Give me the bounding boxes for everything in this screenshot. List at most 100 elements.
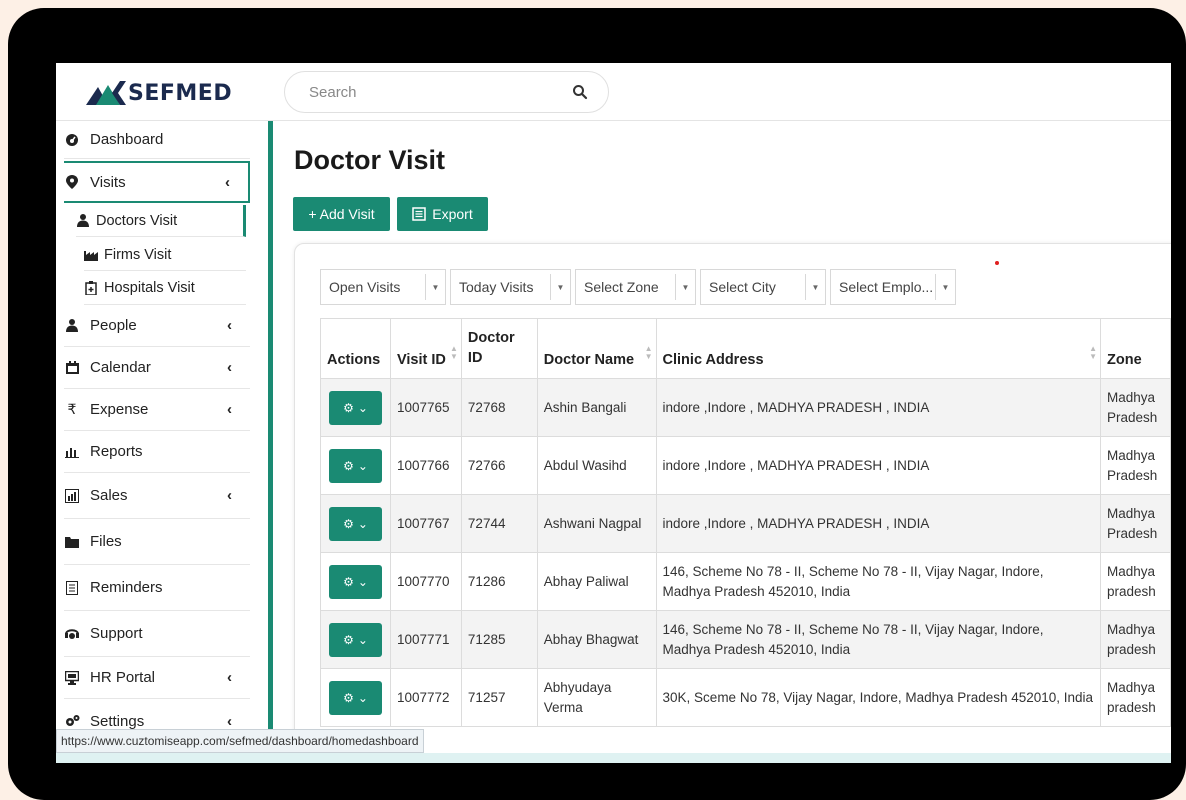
list-icon [64, 580, 80, 596]
bottom-strip [56, 753, 1171, 763]
zone-cell: Madhya pradesh [1100, 610, 1171, 669]
visit-id-link[interactable]: 1007770 [389, 552, 462, 611]
row-actions-button[interactable]: ⚙ ⌄ [328, 390, 382, 425]
sidebar-item-label: Reports [90, 443, 143, 460]
sidebar-item-label: Reminders [90, 579, 163, 596]
top-bar: SEFMED [56, 63, 1171, 121]
doctor-name-cell: Abdul Wasihd [536, 436, 657, 495]
zone-cell: Madhya pradesh [1100, 668, 1171, 727]
doctor-icon [76, 214, 90, 228]
doctor-id-cell: 72744 [460, 494, 538, 553]
doctor-id-cell: 72766 [460, 436, 538, 495]
column-label: Visit ID [396, 352, 446, 368]
sidebar-item-label: Settings [90, 712, 145, 730]
column-header-doctor-name[interactable]: Doctor Name ▲ ▼ [536, 318, 657, 379]
column-header-doctor-id[interactable]: Doctor ID [460, 318, 538, 379]
actions-cell: ⚙ ⌄ [320, 610, 391, 669]
chevron-left-icon[interactable]: ‹ [227, 713, 232, 730]
chevron-left-icon[interactable]: ‹ [227, 359, 232, 376]
monitor-icon [64, 670, 80, 686]
row-actions-button[interactable]: ⚙ ⌄ [328, 448, 382, 483]
doctor-id-cell: 71285 [460, 610, 538, 669]
search-icon[interactable] [572, 84, 588, 100]
sidebar-item-label: Files [90, 533, 122, 550]
support-icon [64, 626, 80, 642]
visit-id-link[interactable]: 1007771 [389, 610, 462, 669]
sidebar-item-sales[interactable]: Sales ‹ [64, 473, 250, 519]
sidebar-item-people[interactable]: People ‹ [64, 305, 250, 347]
column-header-visit-id[interactable]: Visit ID ▲ ▼ [389, 318, 462, 379]
sidebar-item-reminders[interactable]: Reminders [64, 565, 250, 611]
bar-chart-icon [64, 444, 80, 460]
sidebar-item-firms-visit[interactable]: Firms Visit [84, 239, 246, 271]
dashboard-icon [64, 132, 80, 148]
sidebar-item-expense[interactable]: ₹ Expense ‹ [64, 389, 250, 431]
sidebar-scrollbar[interactable] [268, 121, 273, 763]
clinic-address-cell: indore ,Indore , MADHYA PRADESH , INDIA [655, 436, 1102, 495]
visit-id-link[interactable]: 1007767 [389, 494, 462, 553]
sidebar-item-label: Sales [90, 487, 128, 504]
column-header-clinic-address[interactable]: Clinic Address ▲ ▼ [655, 318, 1102, 379]
device-frame: SEFMED Dashboard Vi [8, 8, 1186, 800]
sidebar-item-calendar[interactable]: Calendar ‹ [64, 347, 250, 389]
export-button[interactable]: Export [397, 197, 488, 231]
sidebar: Dashboard Visits ‹ Doctors Visit Firms V… [56, 121, 268, 763]
actions-cell: ⚙ ⌄ [320, 494, 391, 553]
visit-id-link[interactable]: 1007766 [389, 436, 462, 495]
table-row: ⚙ ⌄ 1007767 72744 Ashwani Nagpal indore ,… [320, 494, 1171, 553]
chevron-down-icon: ⌄ [357, 632, 368, 647]
actions-cell: ⚙ ⌄ [320, 668, 391, 727]
filter-label: Open Visits [329, 279, 401, 295]
row-actions-button[interactable]: ⚙ ⌄ [328, 506, 382, 541]
add-visit-button[interactable]: + Add Visit [293, 197, 390, 231]
sidebar-item-hr-portal[interactable]: HR Portal ‹ [64, 657, 250, 699]
chevron-left-icon[interactable]: ‹ [227, 401, 232, 418]
sidebar-item-dashboard[interactable]: Dashboard [64, 121, 250, 159]
doctor-name-cell: Abhay Bhagwat [536, 610, 657, 669]
row-actions-button[interactable]: ⚙ ⌄ [328, 622, 382, 657]
sidebar-item-visits[interactable]: Visits ‹ [64, 161, 250, 203]
doctor-visits-table: Actions Visit ID ▲ ▼ Doctor ID Doctor Name… [320, 318, 1171, 727]
sidebar-item-support[interactable]: Support [64, 611, 250, 657]
doctor-name-cell: Abhay Paliwal [536, 552, 657, 611]
search-input[interactable] [309, 82, 549, 102]
sidebar-item-hospitals-visit[interactable]: Hospitals Visit [84, 271, 246, 305]
chevron-down-icon: ⌄ [357, 690, 368, 705]
sidebar-item-reports[interactable]: Reports [64, 431, 250, 473]
chevron-left-icon[interactable]: ‹ [227, 669, 232, 686]
brand-logo[interactable]: SEFMED [86, 79, 232, 107]
employee-select[interactable]: Select Emplo... ▼ [830, 269, 956, 305]
city-select[interactable]: Select City ▼ [700, 269, 826, 305]
sidebar-item-label: Hospitals Visit [104, 279, 195, 296]
chevron-left-icon[interactable]: ‹ [225, 174, 230, 191]
open-visits-select[interactable]: Open Visits ▼ [320, 269, 446, 305]
row-actions-button[interactable]: ⚙ ⌄ [328, 564, 382, 599]
sort-icon[interactable]: ▲ ▼ [645, 345, 653, 361]
export-label: Export [432, 206, 473, 222]
zone-select[interactable]: Select Zone ▼ [575, 269, 696, 305]
sort-icon[interactable]: ▲ ▼ [1089, 345, 1097, 361]
folder-icon [64, 534, 80, 550]
column-header-actions: Actions [320, 318, 391, 379]
sort-icon[interactable]: ▲ ▼ [450, 345, 458, 361]
table-row: ⚙ ⌄ 1007772 71257 Abhyudaya Verma 30K, Sc… [320, 668, 1171, 727]
caret-down-icon: ▼ [935, 274, 955, 300]
table-row: ⚙ ⌄ 1007766 72766 Abdul Wasihd indore ,In… [320, 436, 1171, 495]
gear-icon: ⚙ [343, 690, 354, 705]
sidebar-item-files[interactable]: Files [64, 519, 250, 565]
visit-id-link[interactable]: 1007772 [389, 668, 462, 727]
red-dot-marker [995, 261, 999, 265]
sales-chart-icon [64, 488, 80, 504]
sidebar-item-label: Calendar [90, 359, 151, 376]
sidebar-item-doctors-visit[interactable]: Doctors Visit [76, 205, 246, 237]
rupee-icon: ₹ [67, 401, 77, 417]
today-visits-select[interactable]: Today Visits ▼ [450, 269, 571, 305]
search-box[interactable] [284, 71, 609, 113]
doctor-name-cell: Ashwani Nagpal [536, 494, 657, 553]
sidebar-item-label: Support [90, 625, 143, 642]
row-actions-button[interactable]: ⚙ ⌄ [328, 680, 382, 715]
column-header-zone[interactable]: Zone [1100, 318, 1171, 379]
chevron-left-icon[interactable]: ‹ [227, 317, 232, 334]
visit-id-link[interactable]: 1007765 [389, 378, 462, 437]
chevron-left-icon[interactable]: ‹ [227, 487, 232, 504]
